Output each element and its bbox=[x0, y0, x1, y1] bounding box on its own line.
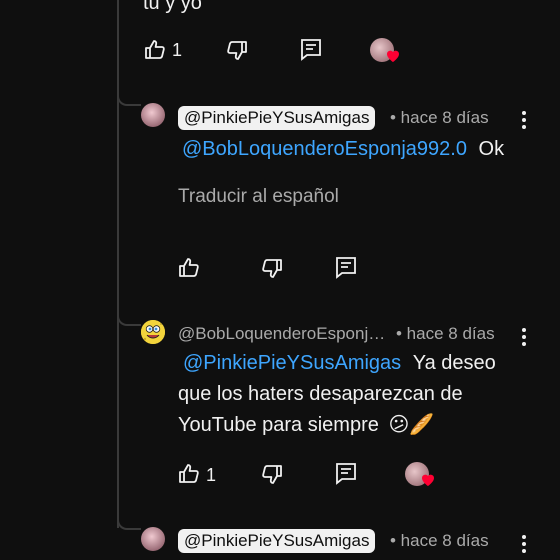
dislike-icon[interactable] bbox=[260, 256, 284, 280]
creator-heart-icon bbox=[422, 474, 434, 486]
thread-branch bbox=[117, 310, 141, 326]
dislike-icon[interactable] bbox=[225, 38, 249, 62]
comment-text-tail: tu y yo bbox=[143, 0, 202, 14]
reply-line: YouTube para siempre 😕🥖 bbox=[178, 410, 548, 441]
reply-line: @PinkiePieYSusAmigas Ya deseo bbox=[178, 348, 548, 379]
like-count: 1 bbox=[206, 465, 217, 485]
reply-timestamp: • hace 8 días bbox=[396, 324, 495, 343]
thread-line bbox=[117, 0, 119, 528]
reply-text: @PinkiePieYSusAmigas Ya deseo que los ha… bbox=[178, 348, 548, 441]
reply-author-handle[interactable]: @BobLoquenderoEsponj… bbox=[178, 324, 385, 344]
mention-link[interactable]: @PinkiePieYSusAmigas bbox=[183, 352, 401, 374]
reply-icon[interactable] bbox=[334, 255, 358, 279]
avatar[interactable] bbox=[141, 320, 165, 344]
thread-branch bbox=[117, 514, 141, 530]
spongebob-avatar-icon bbox=[141, 320, 165, 344]
avatar[interactable] bbox=[141, 103, 165, 127]
like-icon[interactable] bbox=[177, 256, 201, 280]
like-icon[interactable] bbox=[143, 38, 167, 62]
thread-branch bbox=[117, 90, 141, 106]
mention-link[interactable]: @BobLoquenderoEsponja992.0 bbox=[182, 138, 467, 160]
more-options-icon[interactable] bbox=[512, 325, 536, 349]
emoji: 😕🥖 bbox=[388, 414, 435, 436]
reply-timestamp: • hace 8 días bbox=[390, 108, 489, 127]
reply-icon[interactable] bbox=[299, 37, 323, 61]
reply-author-handle[interactable]: @PinkiePieYSusAmigas bbox=[178, 529, 376, 553]
reply-line: que los haters desaparezcan de bbox=[178, 383, 463, 405]
more-options-icon[interactable] bbox=[512, 108, 536, 132]
like-icon[interactable] bbox=[177, 462, 201, 486]
translate-button[interactable]: Traducir al español bbox=[178, 186, 339, 208]
reply-author-handle[interactable]: @PinkiePieYSusAmigas bbox=[178, 106, 376, 130]
reply-body: YouTube para siempre bbox=[178, 414, 379, 436]
like-count: 1 bbox=[172, 40, 183, 60]
avatar[interactable] bbox=[141, 527, 165, 551]
reply-timestamp: • hace 8 días bbox=[390, 531, 489, 550]
more-options-icon[interactable] bbox=[512, 532, 536, 556]
reply-body: Ya deseo bbox=[412, 352, 496, 374]
creator-heart-icon bbox=[387, 50, 399, 62]
reply-text: @BobLoquenderoEsponja992.0 Ok bbox=[182, 134, 504, 165]
dislike-icon[interactable] bbox=[260, 462, 284, 486]
reply-body: Ok bbox=[478, 138, 505, 160]
reply-icon[interactable] bbox=[334, 461, 358, 485]
